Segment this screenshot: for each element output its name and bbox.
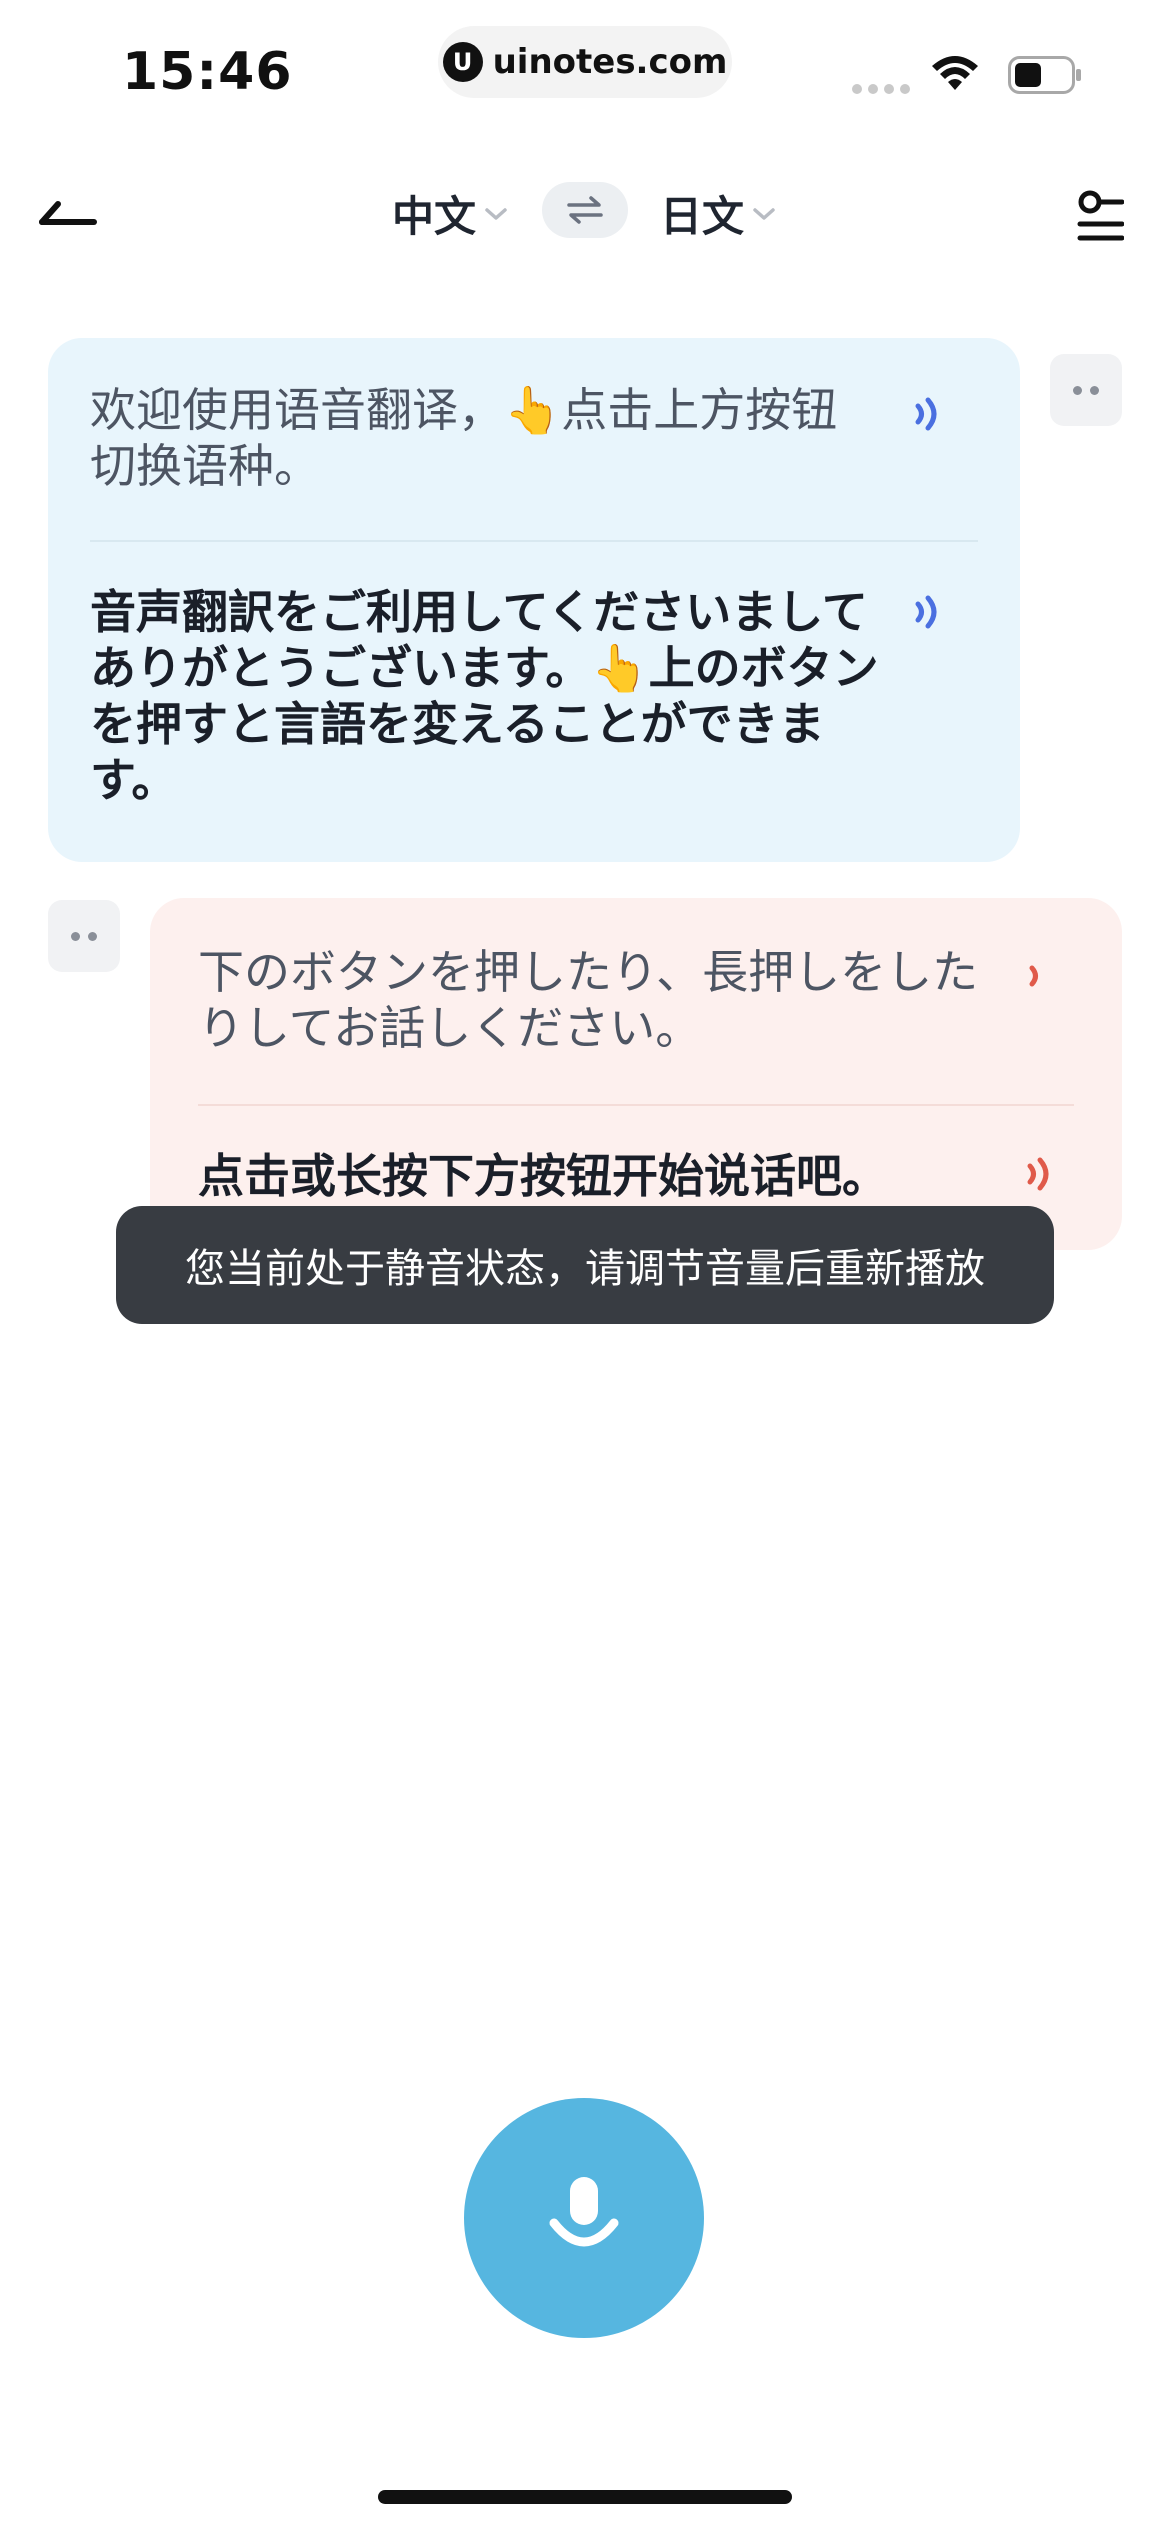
dot-icon [1073,385,1082,395]
source-language-label: 中文 [392,192,477,241]
dot-icon [71,931,80,941]
speaker-icon[interactable] [1022,956,1058,996]
message-card-source[interactable]: 欢迎使用语音翻译，👆点击上方按钮切换语种。 音声翻訳をご利用してくださいましてあ… [48,338,1020,862]
site-logo-icon: U [442,42,483,82]
message-original-text: 下のボタンを押したり、長押しをしたりしてお話しください。 [198,945,979,1055]
target-language-selector[interactable]: 日文 [660,183,776,244]
message-translation-text: 音声翻訳をご利用してくださいましてありがとうございます。👆上のボタンを押すと言語… [90,585,879,807]
chevron-down-icon [485,207,507,220]
mute-toast: 您当前处于静音状态，请调节音量后重新播放 [116,1206,1054,1324]
speaker-icon[interactable] [1022,1154,1058,1194]
battery-icon [1008,56,1081,94]
cellular-signal-icon [852,84,910,94]
divider [198,1104,1074,1106]
swap-languages-button[interactable] [542,182,628,238]
speaker-icon[interactable] [910,592,946,632]
more-options-button[interactable] [1050,354,1122,426]
source-language-selector[interactable]: 中文 [392,183,508,244]
microphone-button[interactable] [464,2098,704,2338]
home-indicator [378,2490,792,2504]
chevron-down-icon [753,207,775,220]
message-translation-text: 点击或长按下方按钮开始说话吧。 [198,1149,888,1203]
swap-arrows-icon [567,196,603,224]
target-language-label: 日文 [660,192,745,241]
speaker-icon[interactable] [910,394,946,434]
status-time: 15:46 [122,42,293,102]
url-text: uinotes.com [492,42,728,82]
wifi-icon [932,56,978,90]
divider [90,540,978,542]
message-original-text: 欢迎使用语音翻译，👆点击上方按钮切换语种。 [90,383,838,493]
dot-icon [88,931,97,941]
settings-sliders-icon[interactable] [1076,190,1124,242]
back-arrow-icon[interactable] [38,190,98,234]
microphone-icon [549,2177,619,2247]
more-options-button[interactable] [48,900,120,972]
message-card-reply[interactable]: 下のボタンを押したり、長押しをしたりしてお話しください。 点击或长按下方按钮开始… [150,898,1122,1250]
dot-icon [1090,385,1099,395]
url-pill[interactable]: U uinotes.com [438,26,732,98]
